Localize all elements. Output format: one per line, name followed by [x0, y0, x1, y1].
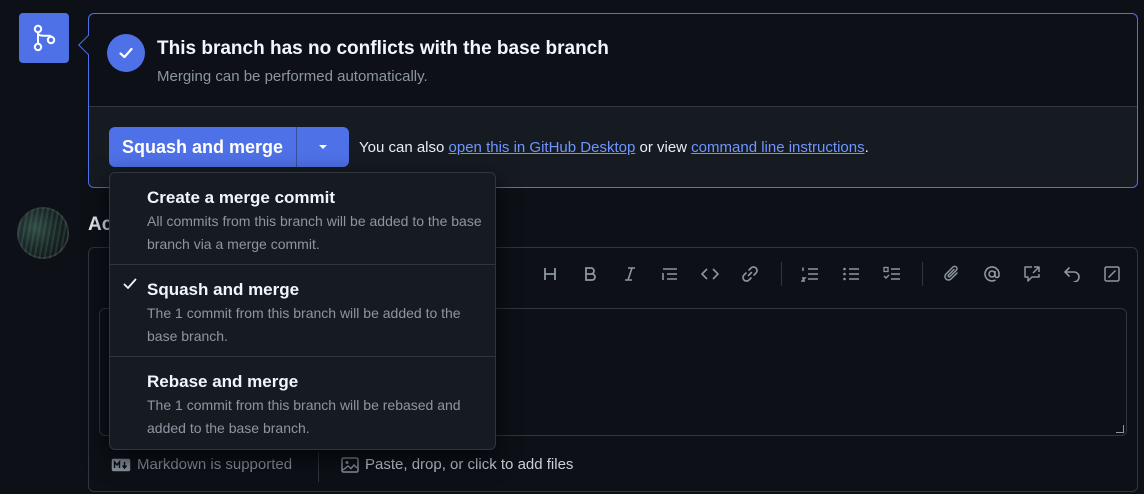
merge-branch-icon — [19, 13, 69, 63]
merge-method-menu: Create a merge commit All commits from t… — [109, 172, 496, 450]
add-files-button[interactable]: Paste, drop, or click to add files — [341, 456, 573, 473]
bulleted-list-icon[interactable] — [839, 262, 863, 286]
menu-item-create-merge-commit[interactable]: Create a merge commit All commits from t… — [110, 173, 495, 265]
menu-item-description: The 1 commit from this branch will be re… — [147, 397, 461, 436]
avatar[interactable] — [17, 207, 69, 259]
check-icon — [123, 277, 137, 296]
merge-split-button: Squash and merge — [109, 127, 349, 167]
markdown-icon — [111, 458, 131, 471]
numbered-list-icon[interactable] — [798, 262, 822, 286]
markdown-supported-note[interactable]: Markdown is supported — [111, 456, 292, 473]
menu-item-title: Squash and merge — [147, 280, 300, 299]
link-icon[interactable] — [738, 262, 762, 286]
reference-icon[interactable] — [1020, 262, 1044, 286]
attach-icon[interactable] — [940, 262, 964, 286]
menu-item-description: All commits from this branch will be add… — [147, 213, 482, 252]
code-icon[interactable] — [698, 262, 722, 286]
undo-icon[interactable] — [1060, 262, 1084, 286]
command-line-instructions-link[interactable]: command line instructions — [691, 139, 864, 156]
chevron-down-icon — [319, 145, 327, 149]
resize-handle[interactable] — [1116, 425, 1124, 433]
menu-item-squash-and-merge[interactable]: Squash and merge The 1 commit from this … — [110, 265, 495, 357]
heading-icon[interactable] — [538, 262, 562, 286]
menu-item-title: Rebase and merge — [147, 372, 299, 391]
bold-icon[interactable] — [578, 262, 602, 286]
footer-divider — [318, 452, 319, 482]
merge-box: This branch has no conflicts with the ba… — [78, 13, 1138, 188]
alternative-merge-text: You can also open this in GitHub Desktop… — [359, 139, 869, 156]
also-middle: or view — [639, 139, 687, 156]
mention-icon[interactable] — [980, 262, 1004, 286]
add-files-label: Paste, drop, or click to add files — [365, 456, 574, 473]
merge-status-subtitle: Merging can be performed automatically. — [157, 68, 428, 85]
merge-status: This branch has no conflicts with the ba… — [89, 14, 1137, 107]
fullscreen-icon[interactable] — [1100, 262, 1124, 286]
italic-icon[interactable] — [618, 262, 642, 286]
markdown-note-label: Markdown is supported — [137, 456, 293, 473]
image-icon — [341, 456, 359, 473]
check-circle-icon — [107, 34, 145, 72]
toolbar-divider — [922, 262, 923, 286]
menu-item-rebase-and-merge[interactable]: Rebase and merge The 1 commit from this … — [110, 357, 495, 449]
merge-status-title: This branch has no conflicts with the ba… — [157, 38, 609, 59]
merge-method-dropdown-button[interactable] — [297, 127, 349, 167]
menu-item-description: The 1 commit from this branch will be ad… — [147, 305, 461, 344]
squash-and-merge-button[interactable]: Squash and merge — [109, 127, 297, 167]
toolbar-divider — [781, 262, 782, 286]
task-list-icon[interactable] — [880, 262, 904, 286]
also-prefix: You can also — [359, 139, 445, 156]
open-in-desktop-link[interactable]: open this in GitHub Desktop — [449, 139, 636, 156]
menu-item-title: Create a merge commit — [147, 188, 336, 207]
quote-icon[interactable] — [658, 262, 682, 286]
also-suffix: . — [864, 139, 869, 156]
